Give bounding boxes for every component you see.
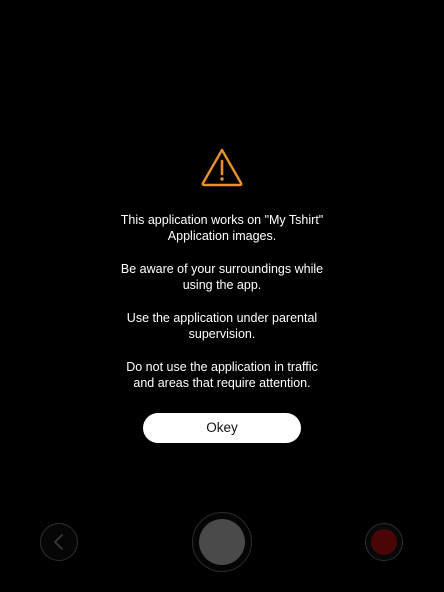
warning-message-line: Use the application under parental [126, 311, 318, 325]
record-button[interactable] [371, 529, 397, 555]
okey-button[interactable]: Okey [143, 413, 301, 443]
warning-message-block: This application works on "My Tshirt" Ap… [62, 212, 382, 408]
camera-screen: This application works on "My Tshirt" Ap… [0, 0, 444, 592]
warning-message-line: and areas that require attention. [133, 376, 311, 390]
back-button[interactable] [40, 523, 78, 561]
warning-message-line: Be aware of your surroundings while [120, 262, 324, 276]
warning-dialog: This application works on "My Tshirt" Ap… [0, 0, 444, 592]
warning-message: Be aware of your surroundings while usin… [62, 261, 382, 293]
capture-button[interactable] [199, 519, 245, 565]
warning-message-line: This application works on "My Tshirt" [120, 213, 324, 227]
capture-button-ring [192, 512, 252, 572]
warning-triangle-icon [201, 148, 243, 187]
warning-message-line: Do not use the application in traffic [126, 360, 318, 374]
warning-message: Do not use the application in traffic an… [62, 359, 382, 391]
record-button-ring [365, 523, 403, 561]
warning-message-line: using the app. [182, 278, 262, 292]
chevron-left-icon [54, 534, 63, 550]
warning-message-line: Application images. [167, 229, 277, 243]
warning-message-line: supervision. [188, 327, 256, 341]
warning-message: This application works on "My Tshirt" Ap… [62, 212, 382, 244]
warning-message: Use the application under parental super… [62, 310, 382, 342]
